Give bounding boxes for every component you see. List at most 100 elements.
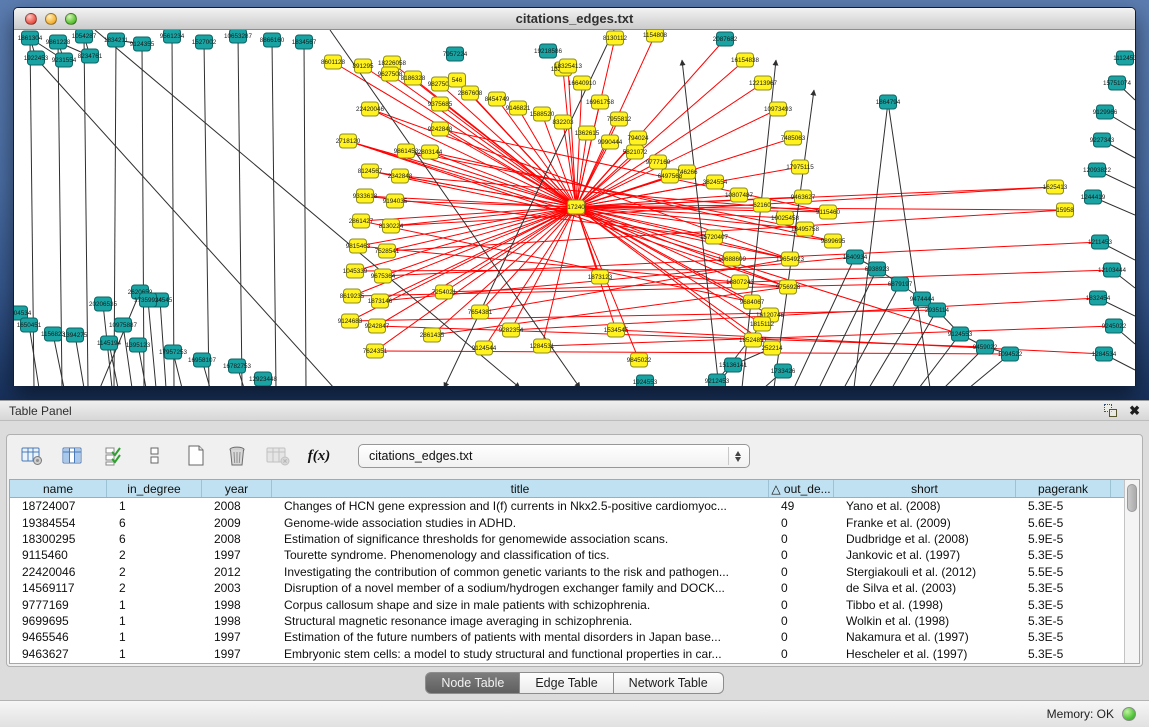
- network-node[interactable]: 7957224: [443, 47, 468, 61]
- network-node[interactable]: 7254021: [432, 285, 457, 299]
- network-node[interactable]: 10653287: [224, 30, 253, 43]
- tab-node-table[interactable]: Node Table: [425, 672, 520, 694]
- table-cell[interactable]: 1: [107, 499, 202, 513]
- column-header-name[interactable]: name: [10, 480, 107, 497]
- table-cell[interactable]: 2: [107, 581, 202, 595]
- table-row[interactable]: 969969511998Structural magnetic resonanc…: [10, 613, 1124, 629]
- network-node[interactable]: 9684067: [740, 295, 765, 309]
- network-node[interactable]: 1284531: [530, 339, 555, 353]
- table-cell[interactable]: 22420046: [10, 565, 107, 579]
- table-cell[interactable]: 0: [769, 532, 834, 546]
- table-cell[interactable]: 0: [769, 565, 834, 579]
- table-cell[interactable]: 5.5E-5: [1016, 565, 1111, 579]
- network-node[interactable]: 17240: [567, 200, 585, 214]
- table-cell[interactable]: 5.3E-5: [1016, 614, 1111, 628]
- network-node[interactable]: 2861427: [349, 214, 374, 228]
- network-node[interactable]: 8124567: [358, 164, 383, 178]
- table-cell[interactable]: 19384554: [10, 516, 107, 530]
- scrollbar-thumb[interactable]: [1127, 484, 1137, 512]
- network-node[interactable]: 1094522: [998, 347, 1023, 361]
- table-row[interactable]: 946554611997Estimation of the future num…: [10, 629, 1124, 645]
- table-cell[interactable]: 5.3E-5: [1016, 647, 1111, 661]
- table-cell[interactable]: de Silva et al. (2003): [834, 581, 1016, 595]
- table-cell[interactable]: Wolkin et al. (1998): [834, 614, 1016, 628]
- network-node[interactable]: 5821072: [623, 145, 648, 159]
- table-cell[interactable]: 1: [107, 630, 202, 644]
- network-node[interactable]: 16154838: [731, 53, 760, 67]
- network-node[interactable]: 9777169: [646, 155, 671, 169]
- table-cell[interactable]: 9465546: [10, 630, 107, 644]
- network-node[interactable]: 2861435: [420, 328, 445, 342]
- table-cell[interactable]: 0: [769, 614, 834, 628]
- network-node[interactable]: 2342848: [388, 169, 413, 183]
- network-node[interactable]: 9990444: [598, 135, 623, 149]
- network-node[interactable]: 9124355: [130, 37, 155, 51]
- network-node[interactable]: 8234761: [78, 49, 103, 63]
- table-cell[interactable]: 1997: [202, 630, 272, 644]
- network-node[interactable]: 3824554: [703, 175, 728, 189]
- network-node[interactable]: 1625413: [1043, 180, 1068, 194]
- network-node[interactable]: 252214: [761, 341, 783, 355]
- table-cell[interactable]: 2012: [202, 565, 272, 579]
- function-icon[interactable]: f(x): [307, 444, 331, 468]
- network-node[interactable]: 16782753: [223, 359, 252, 373]
- network-node[interactable]: 9194035: [383, 194, 408, 208]
- table-cell[interactable]: 9777169: [10, 598, 107, 612]
- network-node[interactable]: 9861228: [46, 35, 71, 49]
- network-node[interactable]: 1864794: [876, 95, 901, 109]
- network-node[interactable]: 7955812: [607, 112, 632, 126]
- network-node[interactable]: 9899695: [821, 234, 846, 248]
- table-settings-icon[interactable]: [20, 444, 44, 468]
- table-cell[interactable]: Disruption of a novel member of a sodium…: [272, 581, 769, 595]
- network-node[interactable]: 1815112: [750, 317, 775, 331]
- column-header-pagerank[interactable]: pagerank: [1016, 480, 1111, 497]
- network-node[interactable]: 1588520: [530, 107, 555, 121]
- network-node[interactable]: 9282354: [499, 323, 524, 337]
- float-panel-icon[interactable]: [1104, 404, 1117, 417]
- network-node[interactable]: 1394275: [63, 328, 88, 342]
- network-node[interactable]: 9231554: [52, 53, 77, 67]
- table-cell[interactable]: 2008: [202, 499, 272, 513]
- network-node[interactable]: 1922453: [24, 51, 49, 65]
- network-node[interactable]: 1861304: [18, 31, 43, 45]
- network-node[interactable]: 20206535: [89, 297, 118, 311]
- table-cell[interactable]: 5.6E-5: [1016, 516, 1111, 530]
- table-row[interactable]: 1830029562008Estimation of significance …: [10, 531, 1124, 547]
- network-node[interactable]: 1395123: [126, 338, 151, 352]
- table-cell[interactable]: 5.3E-5: [1016, 598, 1111, 612]
- network-node[interactable]: 9463627: [791, 190, 816, 204]
- network-node[interactable]: 6938923: [865, 262, 890, 276]
- network-node[interactable]: 7654381: [468, 305, 493, 319]
- network-node[interactable]: 1045339: [343, 264, 368, 278]
- network-node[interactable]: 832203: [552, 115, 574, 129]
- network-node[interactable]: 9815463: [346, 239, 371, 253]
- network-node[interactable]: 1154808: [643, 30, 668, 42]
- tab-edge-table[interactable]: Edge Table: [520, 672, 613, 694]
- table-cell[interactable]: Dudbridge et al. (2008): [834, 532, 1016, 546]
- table-cell[interactable]: Hescheler et al. (1997): [834, 647, 1016, 661]
- table-cell[interactable]: 2: [107, 548, 202, 562]
- table-cell[interactable]: 2009: [202, 516, 272, 530]
- table-cell[interactable]: 1997: [202, 647, 272, 661]
- zoom-window-button[interactable]: [65, 13, 77, 25]
- table-cell[interactable]: 1998: [202, 614, 272, 628]
- network-node[interactable]: 16640910: [568, 76, 597, 90]
- table-cell[interactable]: 18724007: [10, 499, 107, 513]
- network-node[interactable]: 9375685: [428, 97, 453, 111]
- network-node[interactable]: 19218586: [534, 44, 563, 58]
- network-node[interactable]: 12923448: [249, 372, 278, 386]
- clear-selection-icon[interactable]: [143, 444, 167, 468]
- network-node[interactable]: 16961758: [586, 95, 615, 109]
- network-node[interactable]: 2718120: [336, 134, 361, 148]
- table-cell[interactable]: Changes of HCN gene expression and I(f) …: [272, 499, 769, 513]
- table-select-dropdown[interactable]: citations_edges.txt: [358, 444, 750, 468]
- network-graph[interactable]: 1724020876821615483812213967109734937485…: [14, 30, 1135, 386]
- network-node[interactable]: 546: [449, 73, 466, 87]
- network-node[interactable]: 1362615: [575, 126, 600, 140]
- network-node[interactable]: 8619235: [340, 289, 365, 303]
- table-cell[interactable]: 1: [107, 614, 202, 628]
- table-cell[interactable]: 1: [107, 598, 202, 612]
- table-cell[interactable]: Structural magnetic resonance image aver…: [272, 614, 769, 628]
- column-header-title[interactable]: title: [272, 480, 769, 497]
- network-node[interactable]: 10688609: [718, 252, 747, 266]
